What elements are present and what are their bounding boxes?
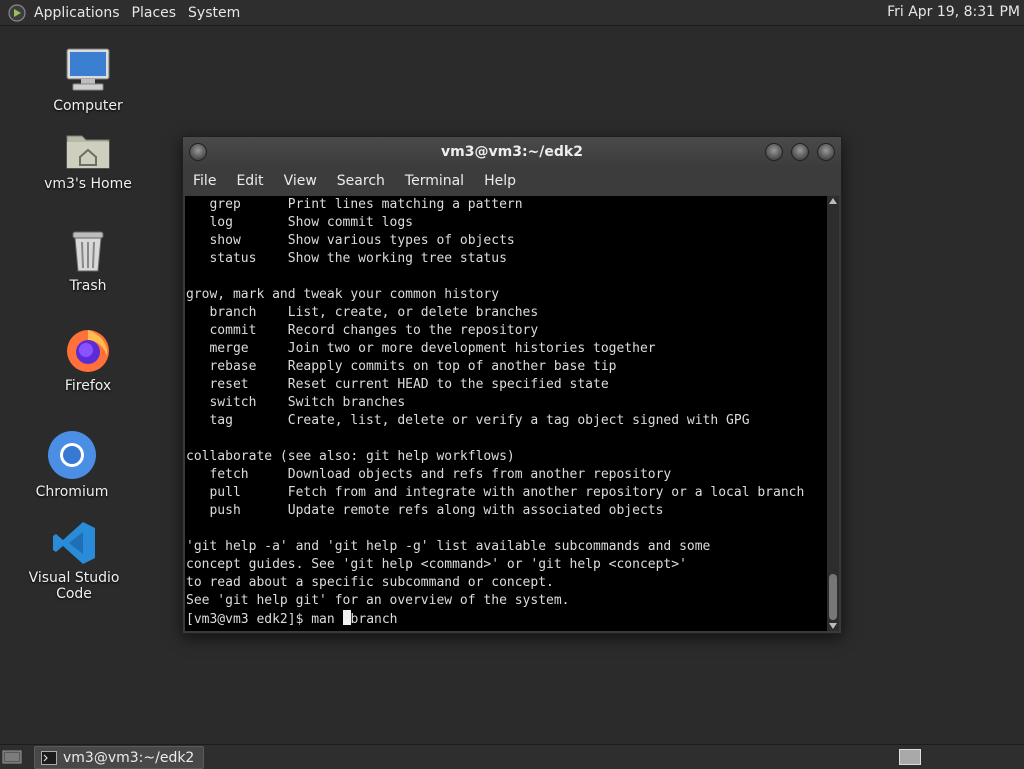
terminal-line: log Show commit logs [186,215,413,230]
desktop-icon-chromium[interactable]: Chromium [7,430,137,500]
window-title: vm3@vm3:~/edk2 [441,144,583,160]
terminal-menubar: File Edit View Search Terminal Help [183,167,841,195]
applications-menu[interactable]: Applications [28,5,126,21]
home-folder-icon [66,135,110,169]
taskbar-item-label: vm3@vm3:~/edk2 [63,749,195,766]
show-desktop-icon[interactable] [2,749,22,765]
desktop-icon-home[interactable]: vm3's Home [23,128,153,192]
system-menu[interactable]: System [182,5,246,21]
maximize-icon[interactable] [791,143,809,161]
terminal-line: push Update remote refs along with assoc… [186,503,664,518]
minimize-icon[interactable] [765,143,783,161]
vscode-icon [53,522,95,564]
terminal-line: rebase Reapply commits on top of another… [186,359,617,374]
top-panel: Applications Places System Fri Apr 19, 8… [0,0,1024,26]
terminal-line: collaborate (see also: git help workflow… [186,449,515,464]
menu-file[interactable]: File [183,173,226,189]
terminal-line: 'git help -a' and 'git help -g' list ava… [186,539,711,554]
terminal-line: grow, mark and tweak your common history [186,287,500,302]
desktop-icon-label: Firefox [64,378,112,394]
terminal-line: tag Create, list, delete or verify a tag… [186,413,750,428]
terminal-line: show Show various types of objects [186,233,515,248]
prompt-line[interactable]: [vm3@vm3 edk2]$ man branch [185,610,827,628]
text-cursor [342,610,351,625]
terminal-output[interactable]: grep Print lines matching a pattern log … [185,196,827,631]
terminal-line: grep Print lines matching a pattern [186,197,523,212]
terminal-line: See 'git help git' for an overview of th… [186,593,570,608]
window-titlebar[interactable]: vm3@vm3:~/edk2 [183,137,841,167]
applications-icon[interactable] [8,3,26,22]
terminal-line: pull Fetch from and integrate with anoth… [186,485,805,500]
terminal-scrollbar[interactable] [827,196,839,631]
close-icon[interactable] [817,143,835,161]
scrollbar-thumb[interactable] [829,574,837,620]
shell-prompt: [vm3@vm3 edk2]$ man [186,612,343,627]
terminal-line: commit Record changes to the repository [186,323,539,338]
terminal-line: to read about a specific subcommand or c… [186,575,554,590]
terminal-line: reset Reset current HEAD to the specifie… [186,377,609,392]
terminal-line: concept guides. See 'git help <command>'… [186,557,687,572]
menu-help[interactable]: Help [474,173,526,189]
terminal-line: merge Join two or more development histo… [186,341,656,356]
menu-search[interactable]: Search [327,173,395,189]
terminal-line: branch List, create, or delete branches [186,305,539,320]
taskbar-item-terminal[interactable]: vm3@vm3:~/edk2 [34,746,204,769]
terminal-icon [41,750,57,765]
terminal-line: status Show the working tree status [186,251,507,266]
scroll-down-icon[interactable] [829,623,837,629]
desktop-icon-firefox[interactable]: Firefox [23,326,153,394]
chromium-icon [48,431,96,479]
firefox-icon [67,330,109,372]
terminal-line: switch Switch branches [186,395,406,410]
desktop-icon-label: vm3's Home [44,176,132,192]
desktop-icon-vscode[interactable]: Visual Studio Code [9,520,139,602]
terminal-window[interactable]: vm3@vm3:~/edk2 File Edit View Search Ter… [182,136,842,634]
bottom-panel: vm3@vm3:~/edk2 [0,744,1024,769]
desktop-icon-label: Trash [69,278,107,294]
menu-terminal[interactable]: Terminal [395,173,474,189]
menu-view[interactable]: View [274,173,327,189]
desktop-icon-trash[interactable]: Trash [23,228,153,294]
desktop-icon-label: Chromium [35,484,109,500]
clock[interactable]: Fri Apr 19, 8:31 PM [887,4,1020,20]
typed-text: branch [350,612,398,627]
desktop-icon-label: Visual Studio Code [28,570,120,602]
desktop-icon-computer[interactable]: Computer [23,46,153,114]
trash-icon [72,231,104,272]
places-menu[interactable]: Places [126,5,183,21]
computer-icon [66,48,110,91]
scroll-up-icon[interactable] [829,198,837,204]
terminal-line: fetch Download objects and refs from ano… [186,467,672,482]
workspace-switcher[interactable] [899,749,921,765]
desktop-icon-label: Computer [53,98,123,114]
menu-edit[interactable]: Edit [226,173,273,189]
